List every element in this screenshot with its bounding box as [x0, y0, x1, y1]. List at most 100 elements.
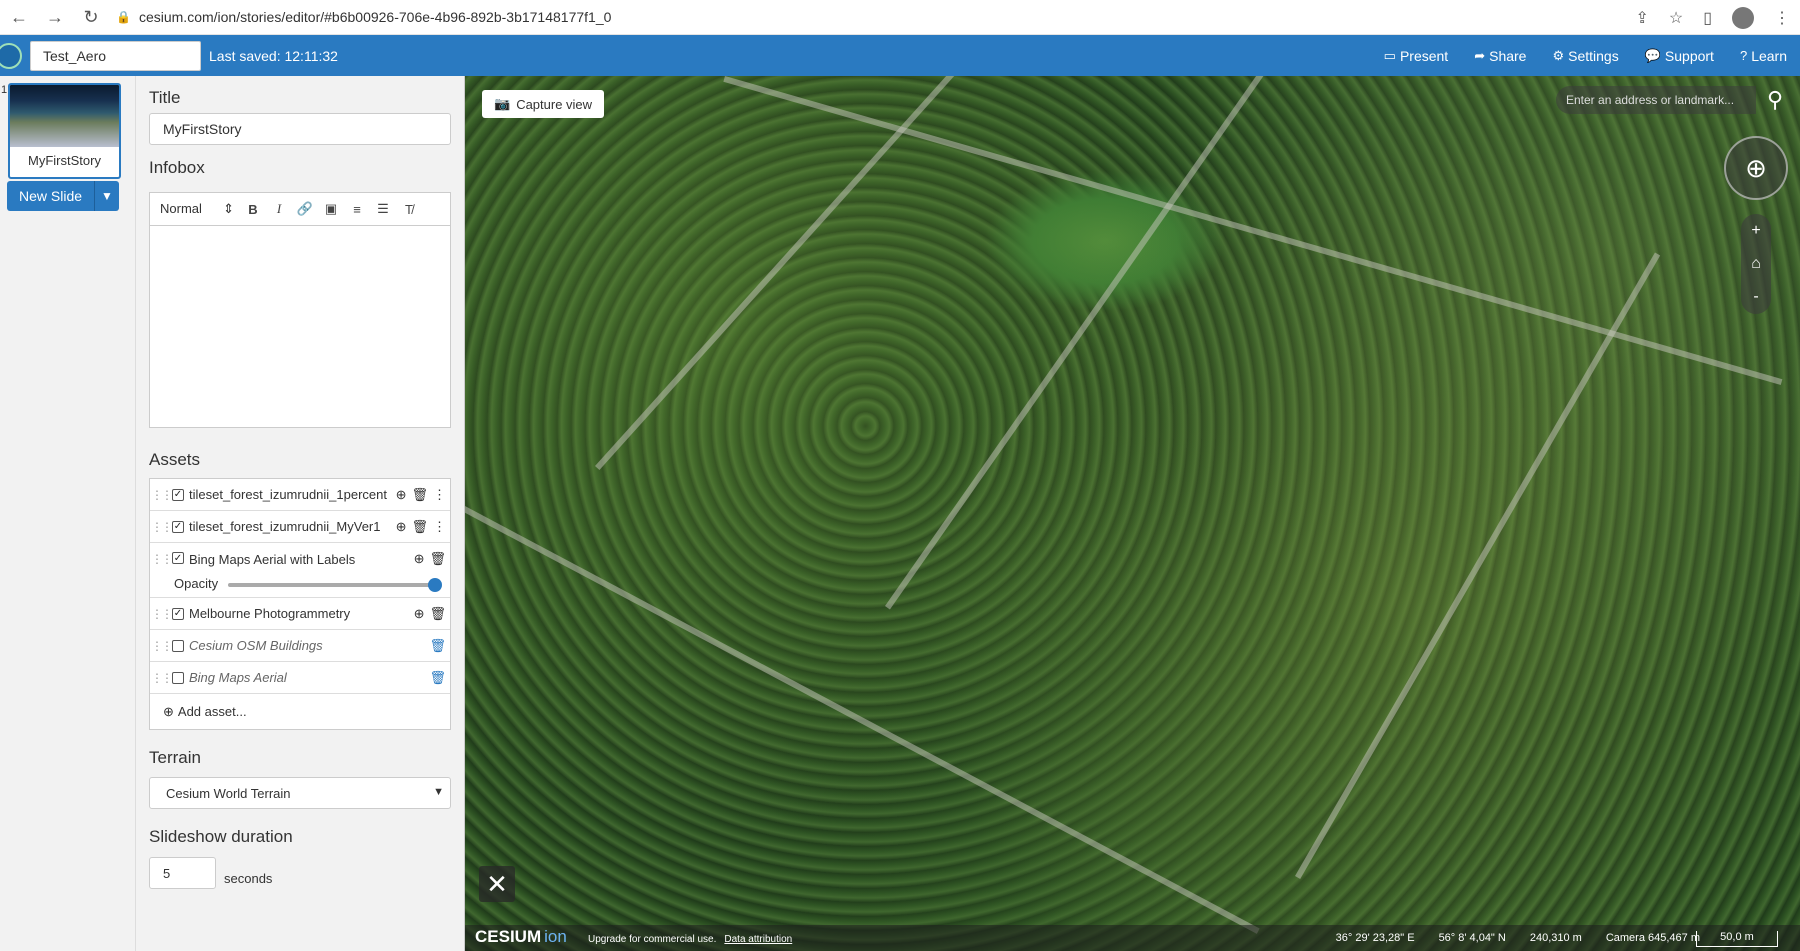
cesium-ion-logo[interactable]: CESIUM ion	[475, 927, 567, 947]
duration-heading: Slideshow duration	[149, 827, 293, 846]
bullet-list-icon[interactable]: ☰	[370, 201, 396, 217]
home-icon[interactable]: ⌂	[1751, 255, 1761, 273]
asset-row[interactable]: ⋮⋮ Bing Maps Aerial 🗑	[150, 662, 450, 694]
asset-checkbox[interactable]: ✓	[172, 520, 184, 533]
longitude: 36° 29' 23,28" E	[1335, 932, 1415, 944]
image-icon[interactable]: ▣	[318, 201, 344, 217]
compass-icon[interactable]: ⊕	[1724, 136, 1788, 200]
italic-icon[interactable]: I	[266, 201, 292, 217]
settings-button[interactable]: ⚙ Settings	[1539, 48, 1631, 64]
upgrade-text: Upgrade for commercial use.	[588, 934, 717, 945]
zoom-out-button[interactable]: -	[1753, 288, 1758, 306]
drag-handle-icon[interactable]: ⋮⋮	[150, 552, 173, 566]
infobox-heading: Infobox	[149, 158, 205, 177]
drag-handle-icon[interactable]: ⋮⋮	[150, 639, 173, 653]
asset-checkbox[interactable]: ✓	[172, 607, 184, 620]
latitude: 56° 8' 4,04" N	[1438, 932, 1506, 944]
scale-bar: 50,0 m	[1696, 931, 1778, 947]
asset-row[interactable]: ⋮⋮ ✓ tileset_forest_izumrudnii_1percent …	[150, 479, 450, 511]
avatar[interactable]	[1732, 6, 1754, 29]
trash-icon[interactable]: 🗑	[429, 638, 446, 654]
format-select[interactable]: Normal ⇕	[160, 201, 240, 217]
back-icon[interactable]: ←	[8, 7, 30, 28]
star-icon[interactable]: ☆	[1669, 8, 1683, 28]
new-slide-dropdown[interactable]: ▼	[94, 181, 119, 211]
help-icon: ?	[1739, 48, 1748, 63]
asset-name: tileset_forest_izumrudnii_MyVer1	[189, 519, 381, 534]
trash-icon[interactable]: 🗑	[429, 670, 446, 686]
asset-row[interactable]: ⋮⋮ ✓ tileset_forest_izumrudnii_MyVer1 ⊕ 🗑…	[150, 511, 450, 543]
trash-icon[interactable]: 🗑	[429, 551, 446, 567]
opacity-slider[interactable]	[228, 578, 442, 592]
chevron-down-icon: ▼	[433, 786, 444, 798]
updown-icon: ⇕	[223, 201, 234, 216]
infobox-editor[interactable]	[149, 226, 451, 428]
link-icon[interactable]: 🔗	[292, 201, 318, 217]
learn-button[interactable]: ? Learn	[1727, 48, 1800, 64]
share-button[interactable]: ➦ Share	[1461, 48, 1539, 64]
drag-handle-icon[interactable]: ⋮⋮	[150, 488, 173, 502]
duration-input[interactable]: 5	[149, 857, 216, 889]
asset-row[interactable]: ⋮⋮ ✓ Melbourne Photogrammetry ⊕ 🗑	[150, 598, 450, 630]
terrain-select[interactable]: Cesium World Terrain ▼	[149, 777, 451, 809]
credits: Upgrade for commercial use. Data attribu…	[588, 934, 792, 945]
assets-list: ⋮⋮ ✓ tileset_forest_izumrudnii_1percent …	[149, 478, 451, 730]
duration-unit: seconds	[224, 871, 273, 886]
share-icon: ➦	[1474, 47, 1486, 63]
slide-thumbnail[interactable]: MyFirstStory	[8, 83, 121, 179]
viewer-status-bar: CESIUM ion Upgrade for commercial use. D…	[465, 925, 1800, 951]
share-page-icon[interactable]: ⇪	[1635, 8, 1648, 28]
asset-row[interactable]: ⋮⋮ Cesium OSM Buildings 🗑	[150, 630, 450, 662]
zoom-to-icon[interactable]: ⊕	[414, 606, 425, 622]
trash-icon[interactable]: 🗑	[429, 606, 446, 622]
more-icon[interactable]: ⋮	[433, 487, 446, 503]
project-name-input[interactable]: Test_Aero	[30, 40, 201, 71]
asset-name: Bing Maps Aerial	[189, 670, 287, 685]
asset-row[interactable]: ⋮⋮ ✓ Bing Maps Aerial with Labels ⊕ 🗑 Opa…	[150, 543, 450, 598]
story-editor-panel: Title MyFirstStory Infobox Normal ⇕ B I 🔗…	[136, 76, 465, 951]
asset-checkbox[interactable]: ✓	[172, 552, 184, 564]
asset-checkbox[interactable]	[172, 671, 184, 684]
ion-wordmark: ion	[544, 927, 567, 946]
drag-handle-icon[interactable]: ⋮⋮	[150, 671, 173, 685]
clear-format-icon[interactable]: T̸	[396, 202, 422, 217]
address-bar[interactable]: 🔒 cesium.com/ion/stories/editor/#b6b0092…	[116, 9, 611, 25]
zoom-to-icon[interactable]: ⊕	[414, 551, 425, 567]
cesium-viewer[interactable]: 📷 Capture view Enter an address or landm…	[465, 76, 1800, 951]
data-attribution-link[interactable]: Data attribution	[724, 934, 792, 945]
browser-menu-icon[interactable]: ⋮	[1774, 8, 1790, 28]
drag-handle-icon[interactable]: ⋮⋮	[150, 607, 173, 621]
last-saved-status: Last saved: 12:11:32	[209, 47, 338, 64]
reload-icon[interactable]: ↻	[80, 7, 102, 28]
slider-knob[interactable]	[428, 578, 442, 592]
drag-handle-icon[interactable]: ⋮⋮	[150, 520, 173, 534]
title-input[interactable]: MyFirstStory	[149, 113, 451, 145]
address-search-input[interactable]: Enter an address or landmark...	[1556, 86, 1756, 114]
zoom-to-icon[interactable]: ⊕	[396, 487, 407, 503]
slide-number: 1	[1, 84, 8, 96]
asset-checkbox[interactable]: ✓	[172, 488, 184, 501]
asset-checkbox[interactable]	[172, 639, 184, 652]
zoom-to-icon[interactable]: ⊕	[396, 519, 407, 535]
trash-icon[interactable]: 🗑	[411, 519, 428, 535]
asset-name: Melbourne Photogrammetry	[189, 606, 351, 621]
capture-view-button[interactable]: 📷 Capture view	[482, 90, 605, 118]
measure-tools-icon[interactable]: ✕	[479, 866, 515, 902]
cesium-logo-icon[interactable]	[0, 42, 22, 69]
sidepanel-icon[interactable]: ▯	[1703, 8, 1712, 28]
ordered-list-icon[interactable]: ≡	[344, 202, 370, 217]
forward-icon[interactable]: →	[44, 7, 66, 28]
title-heading: Title	[149, 88, 181, 107]
more-icon[interactable]: ⋮	[433, 519, 446, 535]
present-button[interactable]: ▭ Present	[1371, 48, 1462, 64]
new-slide-button[interactable]: New Slide	[7, 181, 94, 211]
zoom-in-button[interactable]: +	[1751, 222, 1760, 240]
gear-icon: ⚙	[1552, 47, 1565, 63]
bold-icon[interactable]: B	[240, 202, 266, 217]
plus-circle-icon: ⊕	[163, 703, 174, 719]
slide-label: MyFirstStory	[28, 153, 101, 168]
add-asset-button[interactable]: ⊕ Add asset...	[150, 694, 450, 729]
trash-icon[interactable]: 🗑	[411, 487, 428, 503]
search-icon[interactable]: ⚲	[1758, 84, 1792, 116]
support-button[interactable]: 💬 Support	[1632, 48, 1727, 64]
